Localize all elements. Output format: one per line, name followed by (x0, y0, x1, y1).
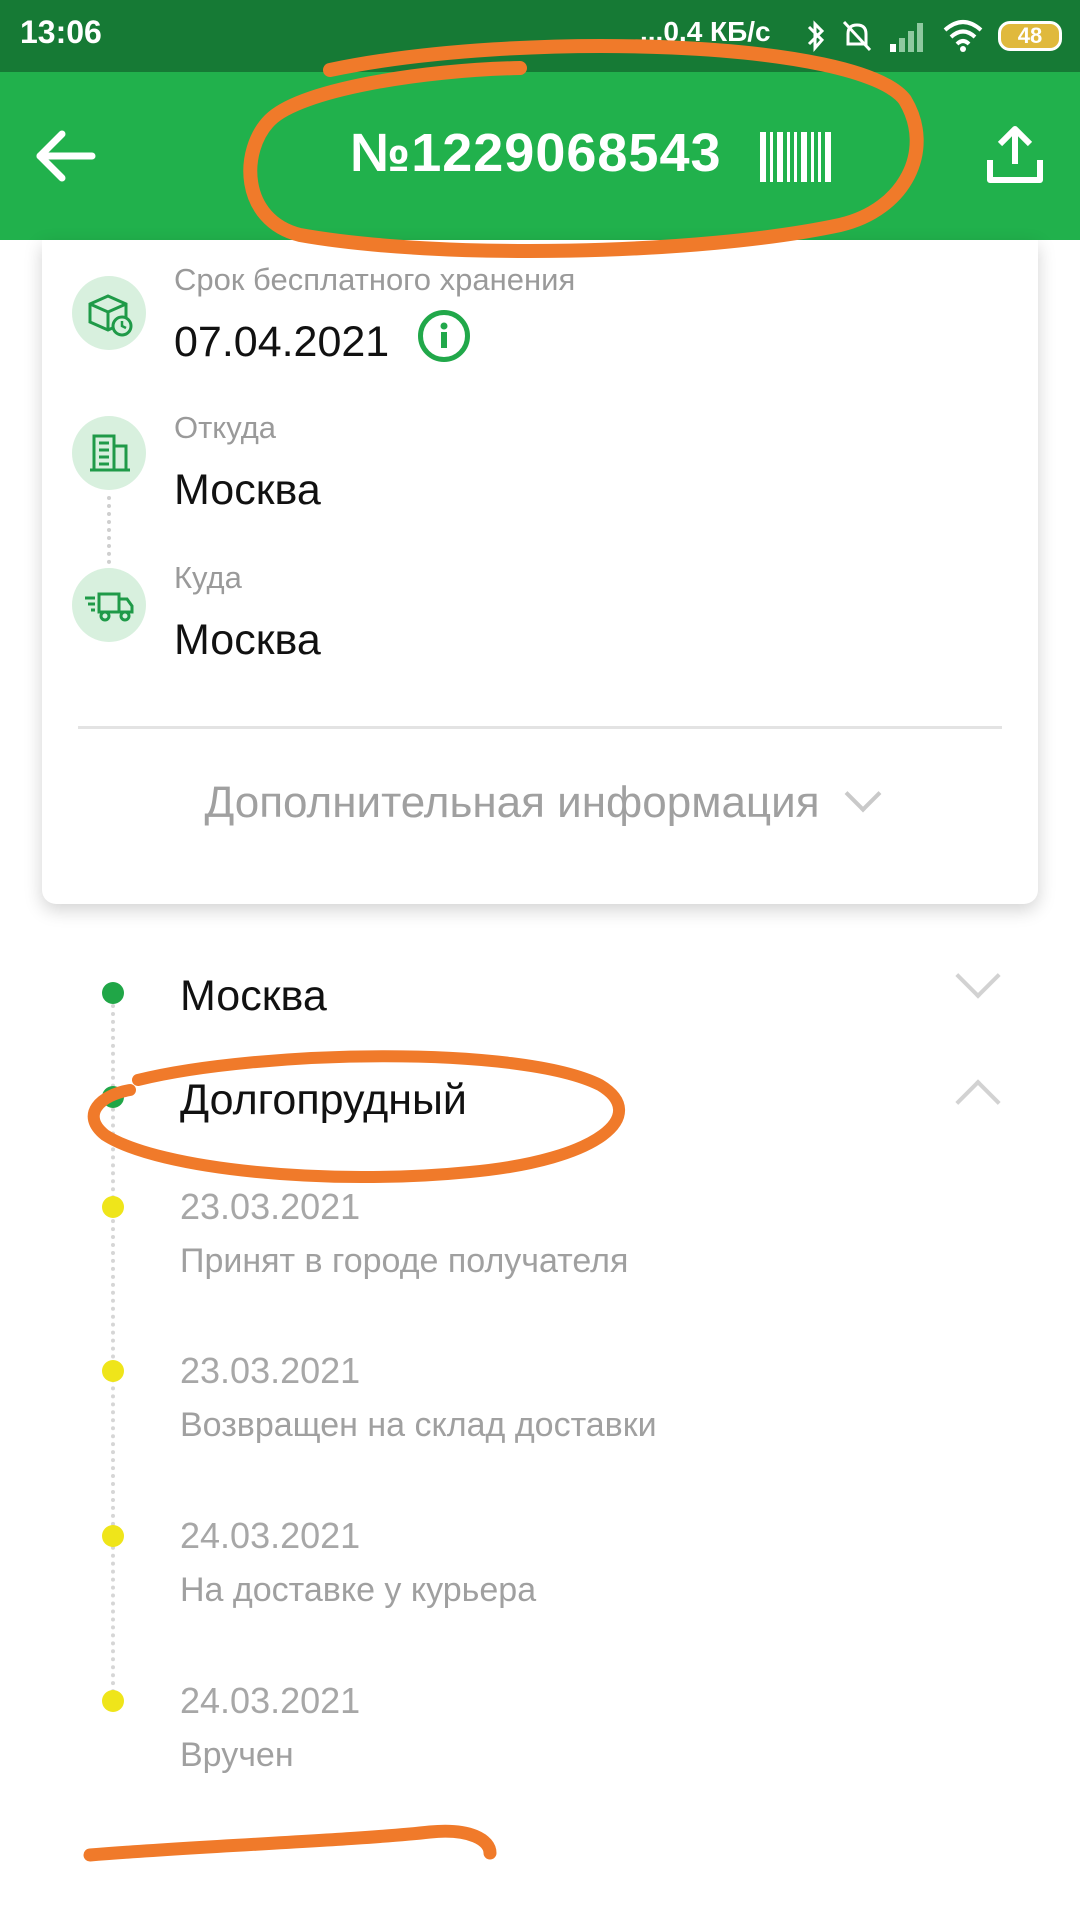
status-bar: 13:06 ...0,4 КБ/с 48 (0, 0, 1080, 72)
storage-date: 07.04.2021 (174, 318, 390, 366)
to-city: Москва (174, 616, 321, 664)
event-dot (102, 1690, 124, 1712)
card-divider (78, 726, 1002, 729)
event-date: 24.03.2021 (180, 1515, 361, 1556)
event-date: 24.03.2021 (180, 1680, 361, 1721)
parcel-info-card: Срок бесплатного хранения 07.04.2021 Отк… (42, 240, 1038, 904)
parcel-number-title: №1229068543 (350, 123, 722, 183)
from-city: Москва (174, 466, 321, 514)
info-icon[interactable] (418, 310, 470, 362)
timeline-city-moscow[interactable]: Москва (180, 972, 327, 1021)
city-dot (102, 1086, 124, 1108)
event-date: 23.03.2021 (180, 1350, 361, 1391)
app-bar: №1229068543 (0, 72, 1080, 240)
to-label: Куда (174, 560, 242, 595)
building-icon (90, 434, 130, 472)
event-dot (102, 1196, 124, 1218)
city-dot (102, 982, 124, 1004)
annotation-underline (83, 1824, 497, 1862)
mute-icon (842, 20, 872, 52)
status-icons: 48 (806, 14, 1062, 58)
storage-label: Срок бесплатного хранения (174, 262, 576, 297)
from-row-icon (72, 416, 146, 490)
barcode-icon[interactable] (760, 132, 832, 182)
to-row-icon (72, 568, 146, 642)
from-label: Откуда (174, 410, 277, 445)
truck-icon (85, 592, 134, 622)
share-icon[interactable] (980, 120, 1050, 190)
chevron-down-icon (844, 775, 881, 813)
event-dot (102, 1360, 124, 1382)
battery-level: 48 (1017, 23, 1043, 48)
event-status: На доставке у курьера (180, 1571, 537, 1609)
status-time: 13:06 (20, 14, 102, 50)
arrow-left-icon[interactable] (30, 124, 100, 188)
wifi-icon (943, 20, 983, 52)
storage-row-icon (72, 276, 146, 350)
event-date: 23.03.2021 (180, 1186, 361, 1227)
signal-icon (890, 23, 923, 52)
chevron-up-icon[interactable] (955, 1079, 1001, 1125)
bluetooth-icon (807, 20, 825, 52)
box-clock-icon (88, 294, 133, 337)
status-net-speed: ...0,4 КБ/с (640, 16, 771, 47)
more-info-label: Дополнительная информация (204, 778, 820, 827)
event-status: Вручен (180, 1736, 294, 1774)
battery-icon: 48 (998, 21, 1062, 51)
timeline-city-dolgoprudny[interactable]: Долгопрудный (180, 1076, 467, 1125)
event-status: Возвращен на склад доставки (180, 1406, 657, 1444)
chevron-down-icon[interactable] (955, 953, 1001, 999)
event-status: Принят в городе получателя (180, 1242, 629, 1280)
more-info-toggle[interactable]: Дополнительная информация (42, 775, 1038, 828)
event-dot (102, 1525, 124, 1547)
route-connector (107, 496, 111, 564)
